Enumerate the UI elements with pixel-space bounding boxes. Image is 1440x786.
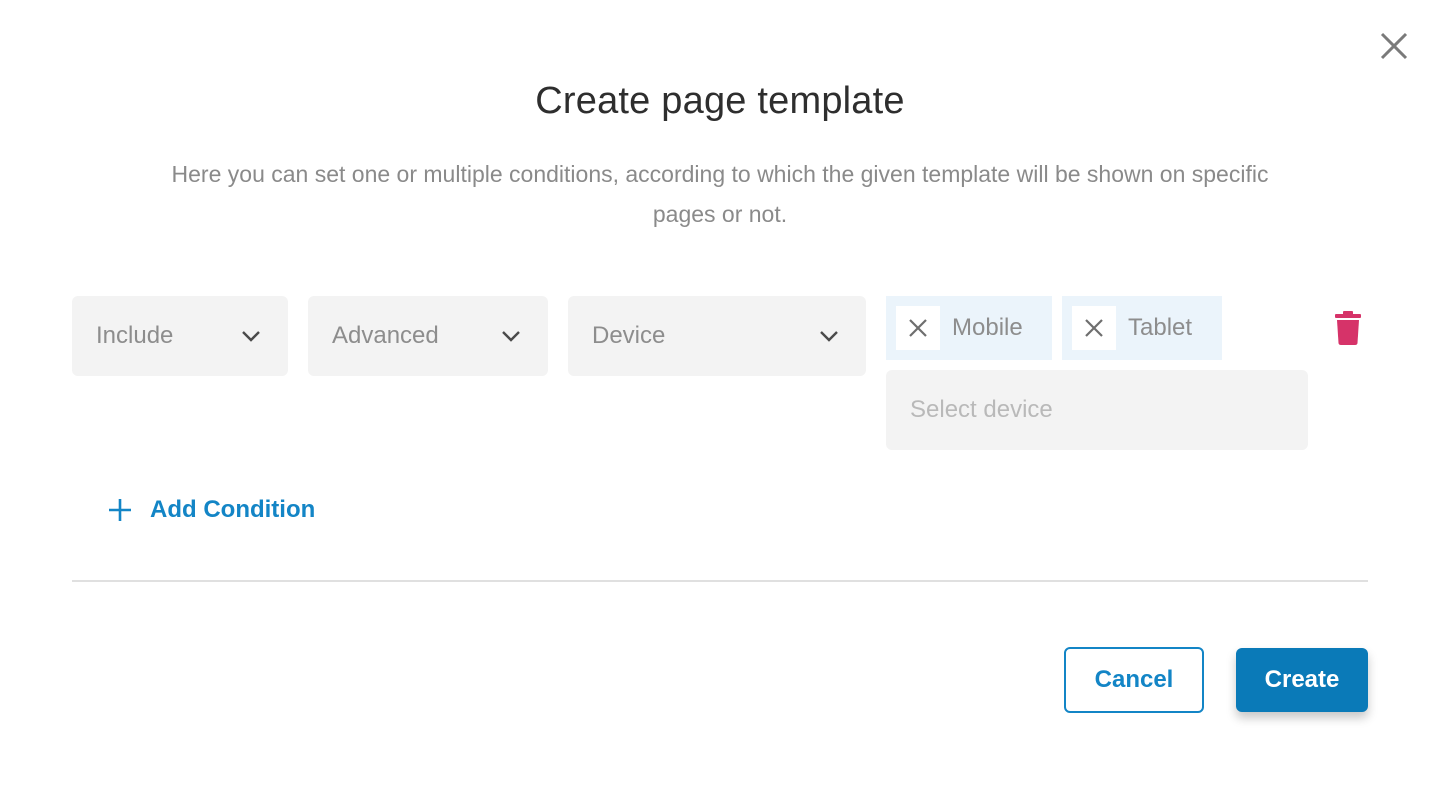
- device-chip-label: Tablet: [1128, 314, 1193, 341]
- device-chip-tablet: Tablet: [1062, 296, 1222, 360]
- chevron-down-icon: [502, 331, 520, 342]
- footer-divider: [72, 580, 1368, 582]
- remove-tablet-button[interactable]: [1072, 306, 1116, 350]
- dialog-description: Here you can set one or multiple conditi…: [171, 161, 1269, 227]
- chevron-down-icon: [242, 331, 260, 342]
- condition-field-value: Device: [592, 322, 666, 349]
- close-button[interactable]: [1376, 28, 1412, 64]
- remove-mobile-button[interactable]: [896, 306, 940, 350]
- plus-icon: [109, 499, 131, 521]
- device-chip-label: Mobile: [952, 314, 1023, 341]
- dialog-title: Create page template: [535, 80, 905, 122]
- condition-type-value: Include: [96, 322, 174, 349]
- close-icon: [1085, 319, 1103, 337]
- select-device-input[interactable]: [886, 370, 1308, 450]
- add-condition-label: Add Condition: [150, 496, 316, 523]
- condition-field-select[interactable]: Device: [568, 296, 866, 376]
- condition-category-value: Advanced: [332, 322, 439, 349]
- close-icon: [1380, 32, 1408, 60]
- add-condition-button[interactable]: Add Condition: [106, 496, 315, 524]
- create-button[interactable]: Create: [1236, 648, 1368, 712]
- condition-type-select[interactable]: Include: [72, 296, 288, 376]
- trash-icon[interactable]: [1332, 310, 1364, 346]
- chevron-down-icon: [820, 331, 838, 342]
- condition-category-select[interactable]: Advanced: [308, 296, 548, 376]
- device-chip-mobile: Mobile: [886, 296, 1052, 360]
- cancel-button[interactable]: Cancel: [1064, 647, 1204, 713]
- close-icon: [909, 319, 927, 337]
